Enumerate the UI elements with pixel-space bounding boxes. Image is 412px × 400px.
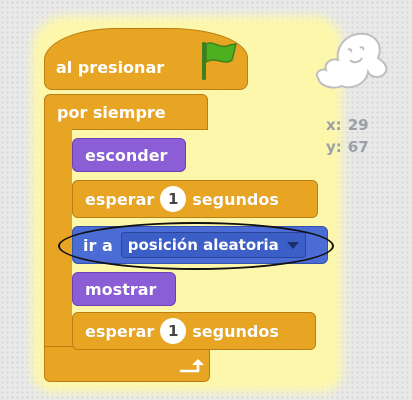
ghost-sprite-icon: [316, 32, 388, 89]
green-flag-icon: [202, 42, 238, 80]
dropdown-caret-icon: [286, 241, 299, 249]
wait-seconds-input-1[interactable]: 1: [160, 186, 187, 212]
y-value: 67: [347, 138, 369, 156]
go-to-label: ir a: [83, 235, 113, 255]
forever-block-header[interactable]: por siempre: [44, 94, 208, 130]
forever-block-side: [44, 128, 72, 350]
loop-arrow-icon: [179, 359, 204, 373]
show-label: mostrar: [85, 279, 157, 299]
x-value: 29: [347, 116, 369, 134]
y-label: y:: [326, 138, 342, 156]
sprite-x-readout: x: 29: [326, 116, 369, 134]
hide-block[interactable]: esconder: [72, 138, 186, 172]
wait-label-2: esperar: [85, 321, 155, 341]
hide-label: esconder: [85, 145, 168, 165]
x-label: x:: [326, 116, 342, 134]
wait-unit-label-2: segundos: [192, 321, 279, 341]
forever-label: por siempre: [57, 102, 166, 122]
wait-block-1[interactable]: esperar 1 segundos: [72, 180, 318, 218]
wait-seconds-input-2[interactable]: 1: [160, 318, 187, 344]
go-to-target-value: posición aleatoria: [127, 236, 279, 254]
sprite-y-readout: y: 67: [326, 138, 369, 156]
wait-unit-label-1: segundos: [192, 189, 279, 209]
wait-block-2[interactable]: esperar 1 segundos: [72, 312, 316, 350]
show-block[interactable]: mostrar: [72, 272, 176, 306]
go-to-block[interactable]: ir a posición aleatoria: [72, 226, 328, 264]
go-to-target-dropdown[interactable]: posición aleatoria: [120, 232, 306, 258]
wait-label-1: esperar: [85, 189, 155, 209]
